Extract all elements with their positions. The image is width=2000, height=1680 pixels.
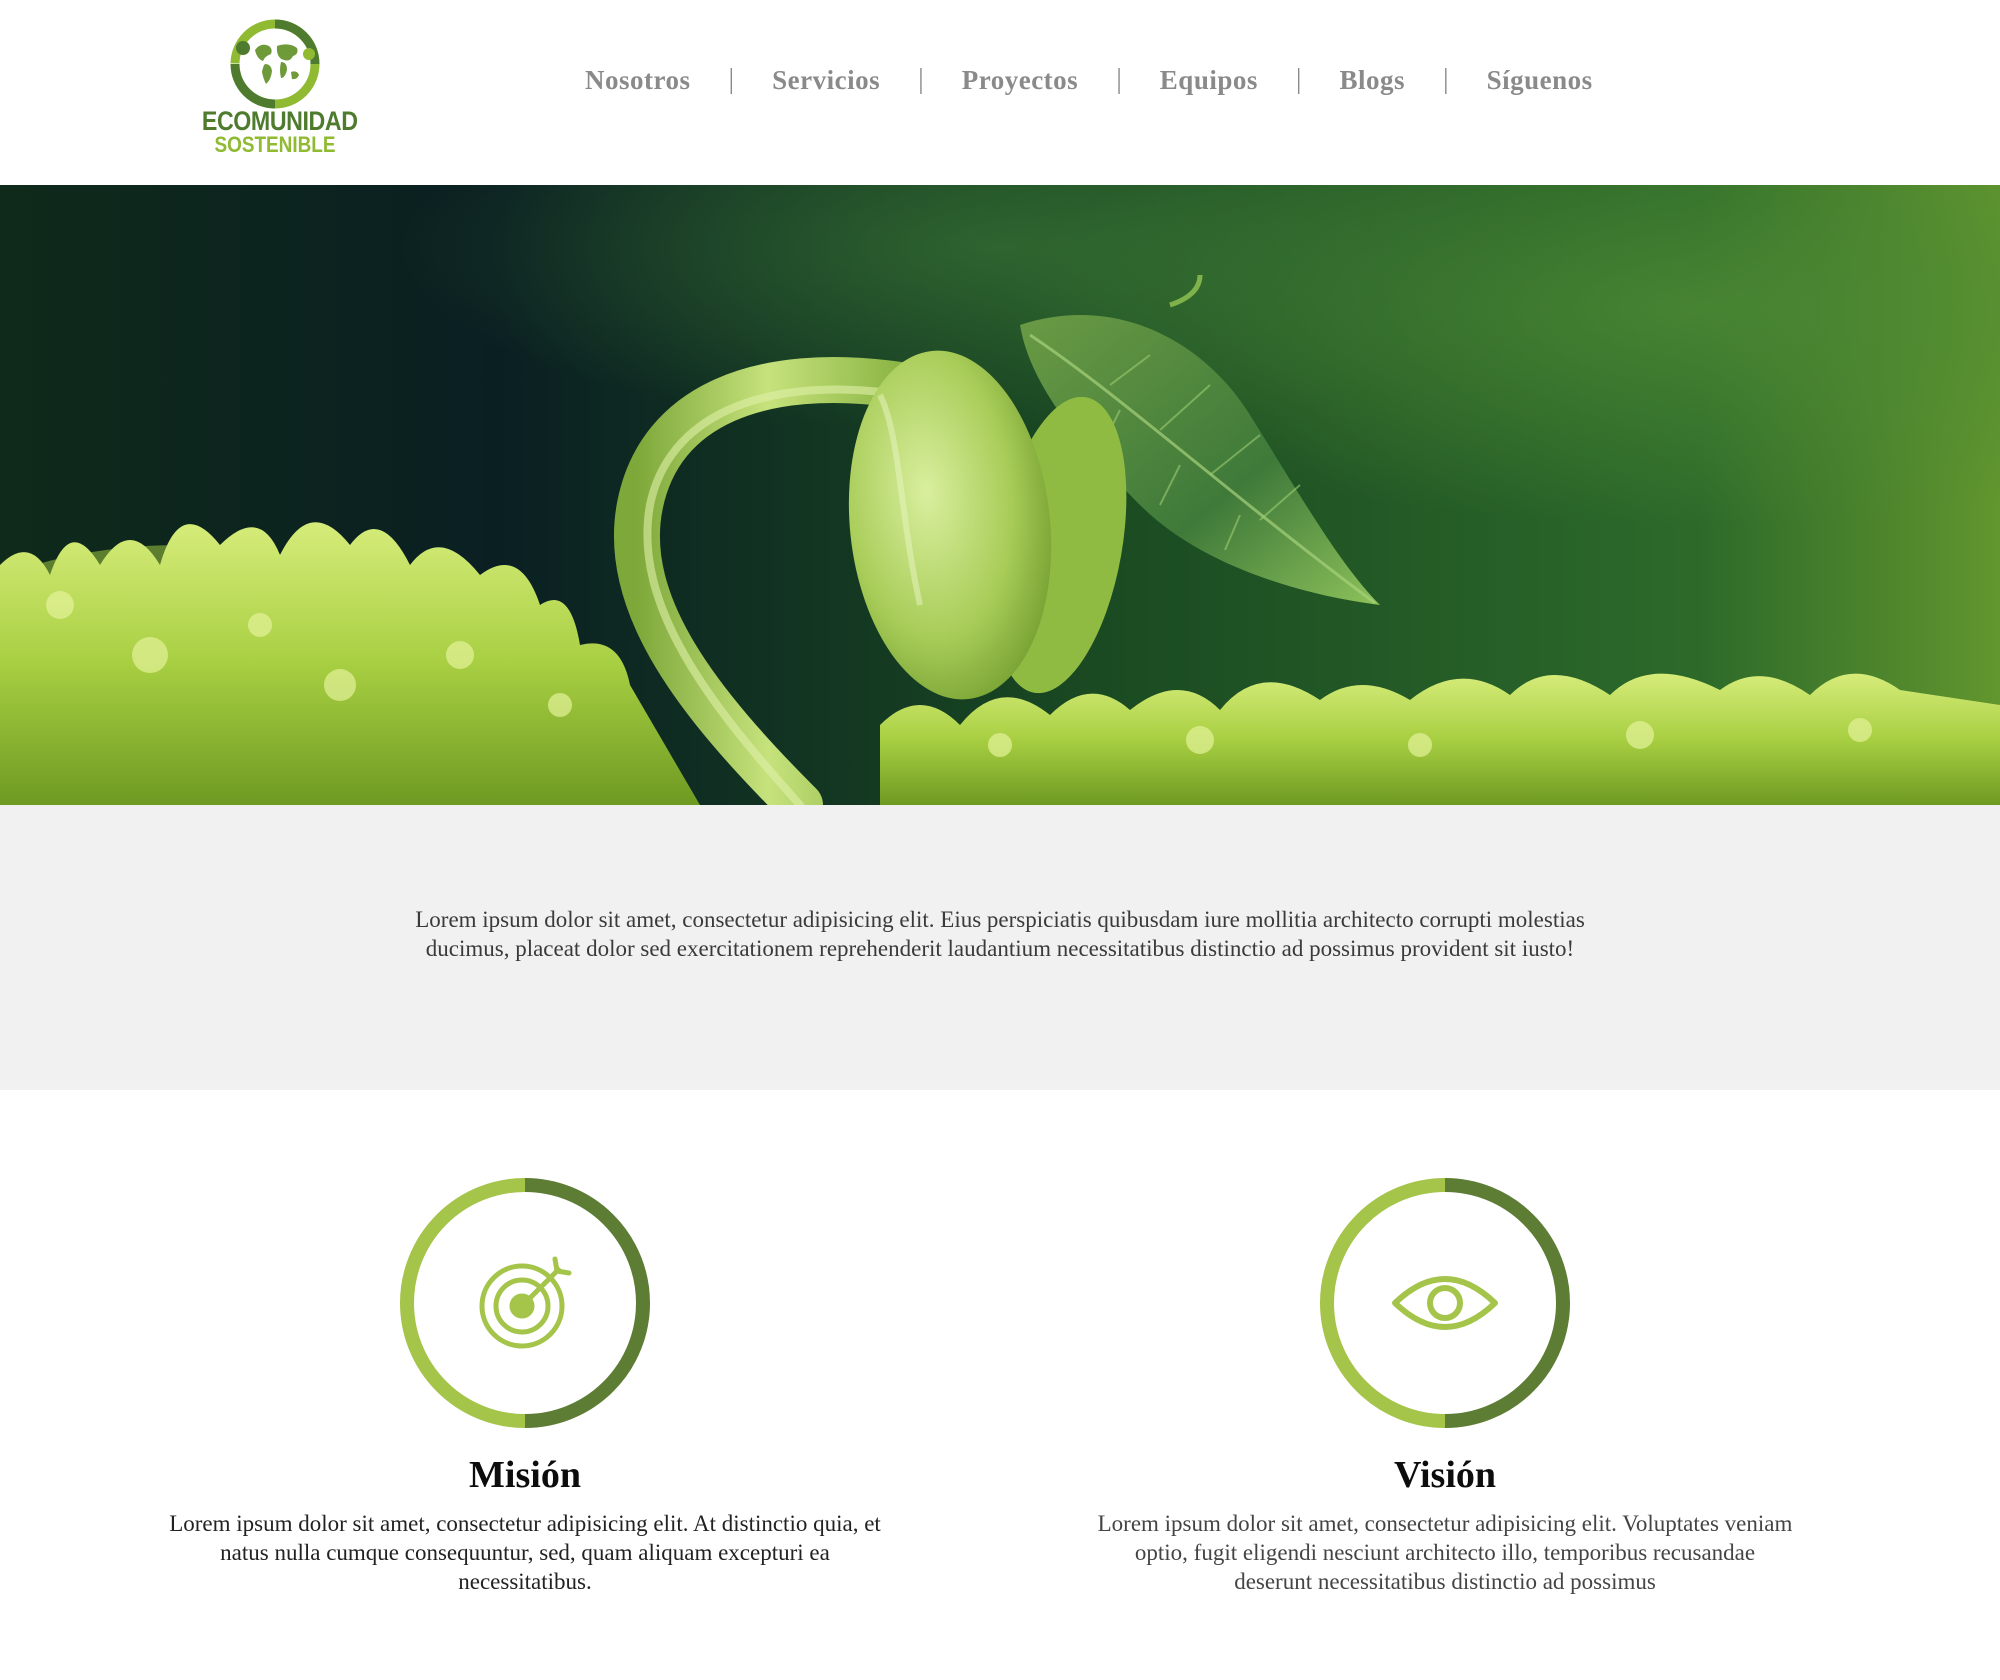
mission-card: Misión Lorem ipsum dolor sit amet, conse…: [145, 1175, 905, 1596]
nav-item-siguenos[interactable]: Síguenos: [1487, 65, 1593, 96]
mission-text: Lorem ipsum dolor sit amet, consectetur …: [169, 1511, 881, 1594]
vision-card: Visión Lorem ipsum dolor sit amet, conse…: [1065, 1175, 1825, 1596]
nav-separator: |: [728, 64, 735, 95]
vision-title: Visión: [1393, 1454, 1497, 1496]
brand-tagline: SOSTENIBLE: [214, 132, 336, 157]
nav-separator: |: [1116, 64, 1122, 95]
nav-item-proyectos[interactable]: Proyectos: [962, 65, 1078, 96]
vision-ring: [1320, 1178, 1570, 1428]
nav-separator: |: [1295, 64, 1302, 95]
nav-item-servicios[interactable]: Servicios: [772, 65, 880, 96]
nav-item-blogs[interactable]: Blogs: [1339, 65, 1405, 96]
nav-separator: |: [918, 64, 924, 95]
site-header: ECOMUNIDAD SOSTENIBLE Nosotros | Servici…: [0, 0, 2000, 185]
intro-text: Lorem ipsum dolor sit amet, consectetur …: [415, 907, 1585, 961]
nav-separator: |: [1443, 64, 1449, 95]
mission-title: Misión: [469, 1454, 581, 1496]
mission-ring: [400, 1178, 650, 1428]
nav-item-equipos[interactable]: Equipos: [1160, 65, 1258, 96]
seedling-hero-image: [0, 185, 2000, 805]
intro-section: Lorem ipsum dolor sit amet, consectetur …: [0, 805, 2000, 1090]
logo-link[interactable]: ECOMUNIDAD SOSTENIBLE: [190, 14, 360, 164]
main-nav: Nosotros | Servicios | Proyectos | Equip…: [585, 58, 1593, 102]
vision-text: Lorem ipsum dolor sit amet, consectetur …: [1097, 1511, 1793, 1594]
hero-banner: [0, 185, 2000, 805]
nav-item-nosotros[interactable]: Nosotros: [585, 65, 691, 96]
globe-logo-icon: [230, 19, 320, 109]
